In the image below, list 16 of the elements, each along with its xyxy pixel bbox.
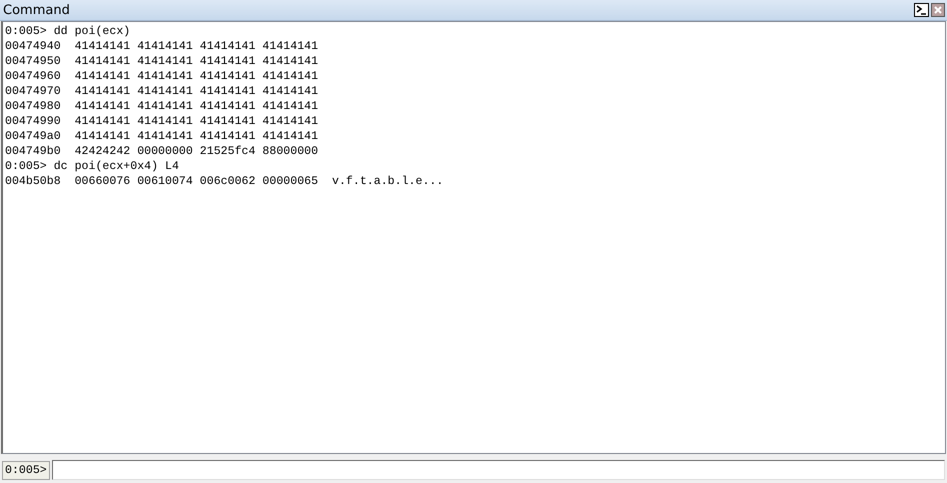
close-icon[interactable]: [931, 3, 945, 17]
output-line: 004749b0 42424242 00000000 21525fc4 88000000: [5, 144, 318, 159]
window-title: Command: [3, 2, 70, 18]
output-line: 00474980 41414141 41414141 41414141 41414141: [5, 99, 318, 114]
output-line: 00474990 41414141 41414141 41414141 41414141: [5, 114, 318, 129]
output-line: 00474940 41414141 41414141 41414141 41414141: [5, 39, 318, 54]
command-prompt: 0:005>: [2, 460, 50, 480]
output-line: 004749a0 41414141 41414141 41414141 41414141: [5, 129, 318, 144]
console-icon[interactable]: [914, 3, 929, 17]
output-line: 00474950 41414141 41414141 41414141 41414141: [5, 54, 318, 69]
output-line: 00474960 41414141 41414141 41414141 41414141: [5, 69, 318, 84]
output-line: 00474970 41414141 41414141 41414141 41414141: [5, 84, 318, 99]
command-input[interactable]: [52, 460, 945, 480]
output-line: 0:005> dd poi(ecx): [5, 24, 130, 39]
output-line: 004b50b8 00660076 00610074 006c0062 00000065 v.f.t.a.b.l.e...: [5, 174, 444, 189]
output-line: 0:005> dc poi(ecx+0x4) L4: [5, 159, 179, 174]
